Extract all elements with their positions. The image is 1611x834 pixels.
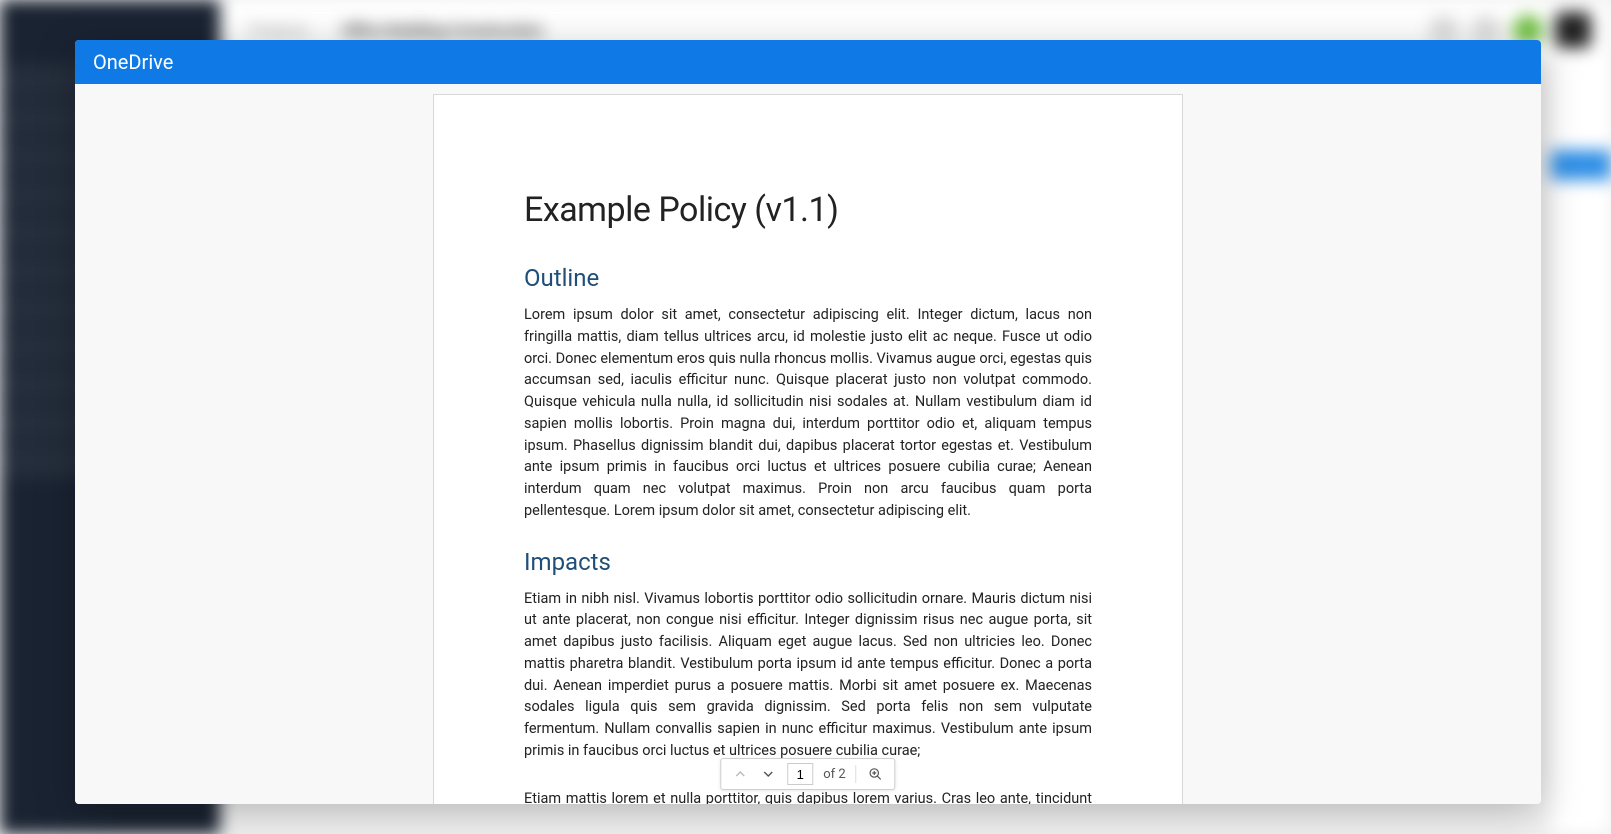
page-total: of 2 [823, 767, 845, 782]
modal-header: OneDrive [75, 40, 1541, 84]
document-page: Example Policy (v1.1) Outline Lorem ipsu… [433, 94, 1183, 804]
prev-page-button[interactable] [731, 765, 749, 783]
document-title: Example Policy (v1.1) [524, 190, 1092, 230]
page-number-input[interactable] [787, 763, 813, 785]
section-body: Etiam in nibh nisl. Vivamus lobortis por… [524, 588, 1092, 762]
breadcrumb-current: Office Building Construction [342, 21, 544, 40]
page-navigator: of 2 [720, 758, 895, 790]
chevron-down-icon [762, 768, 774, 780]
next-page-button[interactable] [759, 765, 777, 783]
section-heading: Impacts [524, 548, 1092, 576]
zoom-in-button[interactable] [867, 765, 885, 783]
zoom-in-icon [869, 767, 883, 781]
breadcrumb-root: Projects [250, 21, 309, 40]
section-body: Lorem ipsum dolor sit amet, consectetur … [524, 304, 1092, 522]
chevron-up-icon [734, 768, 746, 780]
document-viewport[interactable]: Example Policy (v1.1) Outline Lorem ipsu… [75, 84, 1541, 804]
modal-title: OneDrive [93, 50, 173, 74]
modal-body: Example Policy (v1.1) Outline Lorem ipsu… [75, 84, 1541, 804]
onedrive-preview-modal: OneDrive Example Policy (v1.1) Outline L… [75, 40, 1541, 804]
section-heading: Outline [524, 264, 1092, 292]
